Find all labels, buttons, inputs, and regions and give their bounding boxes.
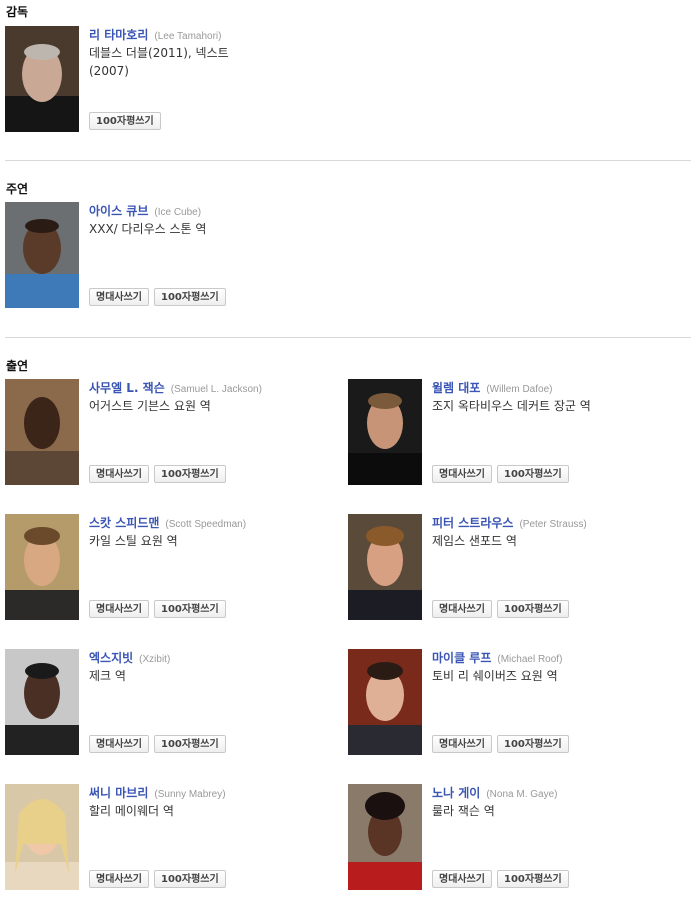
person-english-name: (Willem Dafoe): [486, 384, 553, 395]
cast-card: 사무엘 L. 잭슨 (Samuel L. Jackson) 어거스트 기븐스 요원…: [5, 379, 325, 487]
person-english-name: (Peter Strauss): [519, 519, 587, 530]
write-quote-button[interactable]: 명대사쓰기: [89, 600, 149, 618]
cast-card: 스캇 스피드맨 (Scott Speedman) 카일 스틸 요원 역 명대사쓰기…: [5, 514, 325, 622]
cast-card: 윌렘 대포 (Willem Dafoe) 조지 옥타비우스 데커트 장군 역 명대…: [348, 379, 668, 487]
write-quote-button[interactable]: 명대사쓰기: [432, 870, 492, 888]
write-review-button[interactable]: 100자평쓰기: [154, 600, 226, 618]
person-photo[interactable]: [5, 26, 79, 132]
person-english-name: (Ice Cube): [154, 207, 202, 218]
write-review-button[interactable]: 100자평쓰기: [89, 112, 161, 130]
write-quote-button[interactable]: 명대사쓰기: [89, 870, 149, 888]
write-review-button[interactable]: 100자평쓰기: [497, 465, 569, 483]
write-review-button[interactable]: 100자평쓰기: [497, 735, 569, 753]
person-english-name: (Xzibit): [139, 654, 171, 665]
section-title-cast: 출연: [6, 359, 29, 373]
person-role: 조지 옥타비우스 데커트 장군 역: [432, 399, 591, 413]
person-role: 룰라 잭슨 역: [432, 804, 495, 818]
person-english-name: (Michael Roof): [497, 654, 563, 665]
person-photo[interactable]: [348, 649, 422, 755]
person-name-link[interactable]: 윌렘 대포: [432, 381, 480, 395]
person-role: XXX/ 다리우스 스톤 역: [89, 222, 207, 236]
write-review-button[interactable]: 100자평쓰기: [497, 870, 569, 888]
person-photo[interactable]: [5, 379, 79, 485]
person-role: 어거스트 기븐스 요원 역: [89, 399, 211, 413]
person-role: 카일 스틸 요원 역: [89, 534, 178, 548]
cast-card: 마이클 루프 (Michael Roof) 토비 리 쉐이버즈 요원 역 명대사쓰…: [348, 649, 668, 757]
write-quote-button[interactable]: 명대사쓰기: [432, 735, 492, 753]
person-name-link[interactable]: 사무엘 L. 잭슨: [89, 381, 165, 395]
write-quote-button[interactable]: 명대사쓰기: [89, 288, 149, 306]
write-review-button[interactable]: 100자평쓰기: [497, 600, 569, 618]
person-role: 데블스 더블(2011), 넥스트 (2007): [89, 46, 229, 78]
person-photo[interactable]: [348, 514, 422, 620]
write-review-button[interactable]: 100자평쓰기: [154, 735, 226, 753]
cast-card: 피터 스트라우스 (Peter Strauss) 제임스 샌포드 역 명대사쓰기 …: [348, 514, 668, 622]
cast-card: 노나 게이 (Nona M. Gaye) 룰라 잭슨 역 명대사쓰기 100자평쓰…: [348, 784, 668, 892]
write-review-button[interactable]: 100자평쓰기: [154, 288, 226, 306]
director-card: 리 타마호리 (Lee Tamahori) 데블스 더블(2011), 넥스트 (…: [5, 26, 325, 134]
section-title-lead: 주연: [6, 182, 29, 196]
write-quote-button[interactable]: 명대사쓰기: [89, 735, 149, 753]
person-photo[interactable]: [5, 514, 79, 620]
person-photo[interactable]: [348, 784, 422, 890]
divider: [5, 337, 691, 338]
person-photo[interactable]: [348, 379, 422, 485]
person-name-link[interactable]: 스캇 스피드맨: [89, 516, 159, 530]
write-quote-button[interactable]: 명대사쓰기: [432, 600, 492, 618]
person-photo[interactable]: [5, 649, 79, 755]
person-name-link[interactable]: 피터 스트라우스: [432, 516, 513, 530]
lead-card: 아이스 큐브 (Ice Cube) XXX/ 다리우스 스톤 역 명대사쓰기 10…: [5, 202, 325, 310]
person-photo[interactable]: [5, 784, 79, 890]
person-name-link[interactable]: 써니 마브리: [89, 786, 148, 800]
person-role: 할리 메이웨더 역: [89, 804, 174, 818]
person-name-link[interactable]: 리 타마호리: [89, 28, 148, 42]
person-english-name: (Samuel L. Jackson): [170, 384, 262, 395]
write-quote-button[interactable]: 명대사쓰기: [432, 465, 492, 483]
write-quote-button[interactable]: 명대사쓰기: [89, 465, 149, 483]
person-role: 토비 리 쉐이버즈 요원 역: [432, 669, 558, 683]
person-english-name: (Lee Tamahori): [154, 31, 222, 42]
person-role: 제크 역: [89, 669, 126, 683]
person-name-link[interactable]: 엑스지빗: [89, 651, 133, 665]
cast-card: 써니 마브리 (Sunny Mabrey) 할리 메이웨더 역 명대사쓰기 100…: [5, 784, 325, 892]
divider: [5, 160, 691, 161]
cast-card: 엑스지빗 (Xzibit) 제크 역 명대사쓰기 100자평쓰기: [5, 649, 325, 757]
person-english-name: (Sunny Mabrey): [154, 789, 226, 800]
section-title-director: 감독: [6, 5, 29, 19]
person-photo[interactable]: [5, 202, 79, 308]
write-review-button[interactable]: 100자평쓰기: [154, 465, 226, 483]
write-review-button[interactable]: 100자평쓰기: [154, 870, 226, 888]
person-name-link[interactable]: 아이스 큐브: [89, 204, 148, 218]
person-role: 제임스 샌포드 역: [432, 534, 517, 548]
person-name-link[interactable]: 노나 게이: [432, 786, 480, 800]
person-name-link[interactable]: 마이클 루프: [432, 651, 491, 665]
person-english-name: (Scott Speedman): [165, 519, 247, 530]
person-english-name: (Nona M. Gaye): [486, 789, 558, 800]
